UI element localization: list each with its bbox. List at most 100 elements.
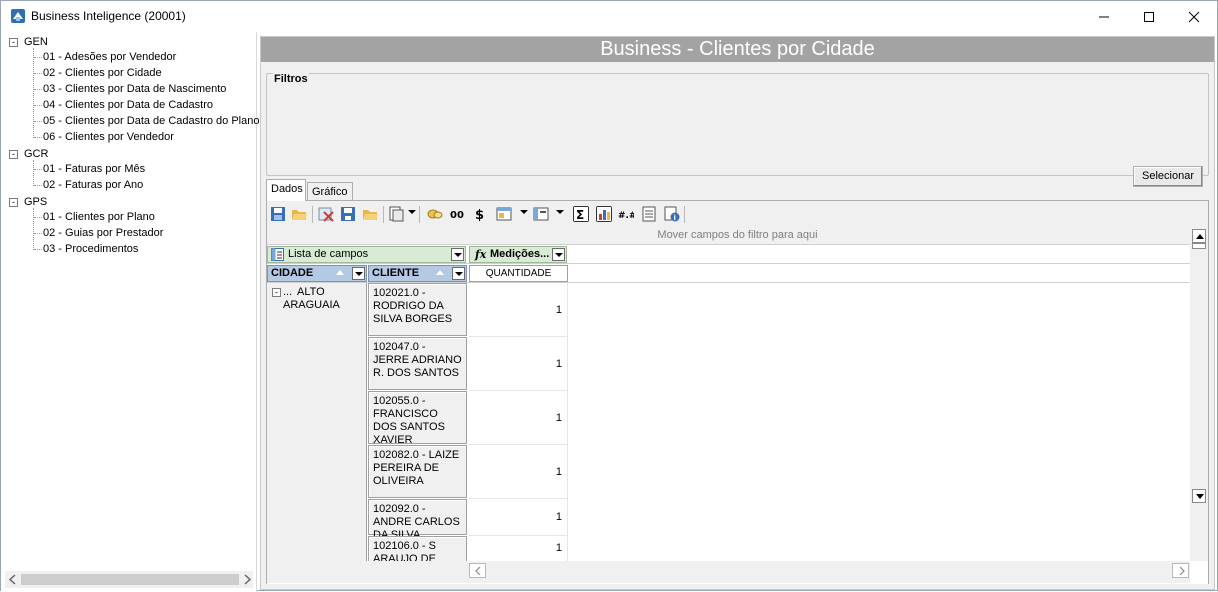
tree-item-gcr-2[interactable]: 02 - Faturas por Ano — [43, 179, 143, 191]
pivot-horizontal-scrollbar[interactable] — [267, 561, 1190, 583]
format-numbers-icon[interactable]: 00 — [450, 206, 466, 222]
value-cell[interactable]: 1 — [469, 536, 568, 561]
delete-icon[interactable] — [318, 206, 334, 222]
pivot-column-headers: CIDADE CLIENTE QUANTIDADE — [267, 264, 1208, 283]
column-header-cliente[interactable]: CLIENTE — [368, 265, 467, 282]
layout-icon[interactable] — [533, 206, 549, 222]
sum-icon[interactable]: Σ — [573, 206, 589, 222]
pivot-vertical-scrollbar[interactable] — [1190, 227, 1208, 561]
tree-item-gps-1[interactable]: 01 - Clientes por Plano — [43, 211, 155, 223]
tree-connector — [34, 217, 42, 218]
tree-connector — [34, 73, 42, 74]
tree-item-gen-3[interactable]: 03 - Clientes por Data de Nascimento — [43, 83, 226, 95]
tree-connector — [33, 208, 34, 250]
filters-legend: Filtros — [273, 73, 309, 85]
tree-connector — [34, 89, 42, 90]
collapse-gen-icon[interactable]: - — [9, 38, 18, 47]
tree-connector — [33, 48, 34, 138]
tree-item-gen-1[interactable]: 01 - Adesões por Vendedor — [43, 51, 176, 63]
collapse-city-icon[interactable]: - — [272, 288, 281, 297]
field-list-dropdown-icon[interactable] — [451, 248, 464, 261]
save-icon[interactable] — [340, 206, 356, 222]
export-icon[interactable] — [388, 206, 404, 222]
column-header-cidade[interactable]: CIDADE — [267, 265, 367, 282]
scroll-up-button[interactable] — [1192, 229, 1206, 243]
tree-group-gen[interactable]: GEN — [24, 36, 48, 48]
chevron-right-icon[interactable] — [242, 574, 252, 585]
scrollbar-thumb[interactable] — [1192, 243, 1206, 249]
tree-item-gen-2[interactable]: 02 - Clientes por Cidade — [43, 67, 162, 79]
chevron-right-icon — [1179, 567, 1185, 575]
value-cell[interactable]: 1 — [469, 283, 568, 337]
tree-group-gcr[interactable]: GCR — [24, 148, 48, 160]
minimize-icon — [1099, 16, 1109, 17]
measures-dropdown-icon[interactable] — [552, 248, 565, 261]
measures-button[interactable]: fx Medições... — [469, 246, 567, 263]
row-header-cliente[interactable]: 102047.0 - JERRE ADRIANO R. DOS SANTOS — [368, 337, 467, 390]
value-cell[interactable]: 1 — [469, 445, 568, 499]
filter-drop-area[interactable]: Mover campos do filtro para aqui — [267, 227, 1208, 245]
close-button[interactable] — [1171, 1, 1217, 32]
chevron-left-icon[interactable] — [8, 574, 18, 585]
cidade-filter-dropdown-icon[interactable] — [352, 267, 365, 280]
group-icon[interactable] — [427, 206, 443, 222]
open-folder-icon[interactable] — [362, 206, 378, 222]
tab-page-dados: 00 $ Σ #.# i Mover campos do filtro para… — [266, 200, 1209, 584]
tree-item-gps-2[interactable]: 02 - Guias por Prestador — [43, 227, 163, 239]
currency-icon[interactable]: $ — [472, 206, 488, 222]
export-dropdown-icon[interactable] — [408, 210, 416, 214]
minimize-button[interactable] — [1081, 1, 1127, 32]
value-cell[interactable]: 1 — [469, 337, 568, 391]
info-icon[interactable]: i — [664, 206, 680, 222]
row-header-cliente[interactable]: 102106.0 - S ARAUJO DE OLI... — [368, 536, 467, 561]
tree-group-gps[interactable]: GPS — [24, 196, 47, 208]
scroll-right-button[interactable] — [1172, 563, 1189, 578]
save-layout-icon[interactable] — [270, 206, 286, 222]
report-icon[interactable] — [641, 206, 657, 222]
tree-connector — [34, 185, 42, 186]
scroll-left-button[interactable] — [469, 563, 486, 578]
scroll-down-button[interactable] — [1192, 489, 1206, 503]
tree-item-gen-6[interactable]: 06 - Clientes por Vendedor — [43, 131, 174, 143]
tree-connector — [33, 160, 34, 186]
tree-item-gen-4[interactable]: 04 - Clientes por Data de Cadastro — [43, 99, 213, 111]
row-header-cliente[interactable]: 102092.0 - ANDRE CARLOS DA SILVA — [368, 499, 467, 541]
tree-connector — [34, 137, 42, 138]
toolbar-separator — [684, 206, 685, 223]
tree-connector — [34, 105, 42, 106]
column-header-label: CLIENTE — [372, 267, 420, 279]
value-cell[interactable]: 1 — [469, 499, 568, 536]
layout-dropdown-icon[interactable] — [556, 210, 564, 214]
row-header-cliente[interactable]: 102055.0 - FRANCISCO DOS SANTOS XAVIER — [368, 391, 467, 446]
scrollbar-thumb[interactable] — [21, 574, 239, 585]
row-header-cidade[interactable]: - ... ALTO ARAGUAIA — [267, 283, 367, 561]
filter-dropdown-icon[interactable] — [520, 210, 528, 214]
row-header-cliente[interactable]: 102021.0 - RODRIGO DA SILVA BORGES — [368, 283, 467, 336]
tab-grafico[interactable]: Gráfico — [307, 182, 353, 201]
decimal-format-icon[interactable]: #.# — [618, 206, 634, 222]
svg-text:$: $ — [475, 208, 484, 222]
measure-header-quantidade[interactable]: QUANTIDADE — [469, 265, 568, 282]
sort-ascending-icon — [336, 270, 344, 275]
field-list-icon — [271, 248, 284, 261]
row-header-cliente[interactable]: 102082.0 - LAIZE PEREIRA DE OLIVEIRA — [368, 445, 467, 498]
tab-dados[interactable]: Dados — [266, 179, 306, 201]
select-button[interactable]: Selecionar — [1133, 166, 1203, 187]
chart-icon[interactable] — [596, 206, 612, 222]
tree-item-gen-5[interactable]: 05 - Clientes por Data de Cadastro do Pl… — [43, 115, 259, 127]
collapse-gps-icon[interactable]: - — [9, 198, 18, 207]
tree-item-gps-3[interactable]: 03 - Procedimentos — [43, 243, 138, 255]
filter-field-icon[interactable] — [496, 206, 512, 222]
collapse-gcr-icon[interactable]: - — [9, 150, 18, 159]
tree-horizontal-scrollbar[interactable] — [5, 571, 253, 588]
cliente-filter-dropdown-icon[interactable] — [452, 267, 465, 280]
value-cell[interactable]: 1 — [469, 391, 568, 445]
tree-item-gcr-1[interactable]: 01 - Faturas por Mês — [43, 163, 145, 175]
svg-text:00: 00 — [450, 210, 464, 221]
open-icon[interactable] — [291, 206, 307, 222]
tree-connector — [34, 233, 42, 234]
maximize-button[interactable] — [1126, 1, 1172, 32]
filters-group: Filtros Selecionar — [266, 73, 1209, 187]
chevron-up-icon — [1196, 234, 1204, 239]
field-list-button[interactable]: Lista de campos — [267, 246, 466, 263]
